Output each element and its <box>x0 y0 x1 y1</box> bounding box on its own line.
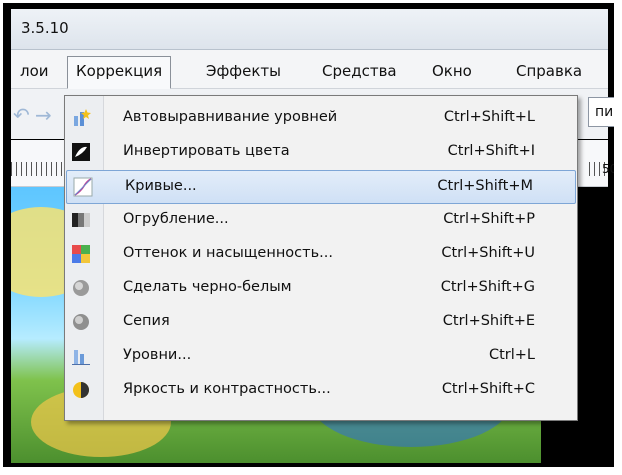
menu-item-hue-saturation[interactable]: Оттенок и насыщенность... Ctrl+Shift+U <box>65 238 577 270</box>
menu-item-shortcut: Ctrl+Shift+M <box>437 178 533 194</box>
menu-item-posterize[interactable]: Огрубление... Ctrl+Shift+P <box>65 204 577 236</box>
menu-item-label: Уровни... <box>123 347 192 363</box>
menu-item-auto-level[interactable]: Автовыравнивание уровней Ctrl+Shift+L <box>65 102 577 134</box>
menu-layers[interactable]: лои <box>11 59 58 83</box>
menu-item-invert-colors[interactable]: Инвертировать цвета Ctrl+Shift+I <box>65 136 577 168</box>
menu-tools[interactable]: Средства <box>313 59 406 83</box>
curves-icon <box>73 177 93 197</box>
correction-menu: Автовыравнивание уровней Ctrl+Shift+L Ин… <box>64 95 578 421</box>
menu-item-shortcut: Ctrl+Shift+E <box>442 313 535 329</box>
menu-item-shortcut: Ctrl+Shift+L <box>443 109 535 125</box>
menu-item-sepia[interactable]: Сепия Ctrl+Shift+E <box>65 306 577 338</box>
menu-window[interactable]: Окно <box>423 59 481 83</box>
menu-item-shortcut: Ctrl+Shift+C <box>441 381 535 397</box>
black-white-icon <box>73 280 89 296</box>
menu-effects[interactable]: Эффекты <box>197 59 290 83</box>
menu-item-label: Яркость и контрастность... <box>123 381 331 397</box>
menu-item-label: Огрубление... <box>123 211 229 227</box>
redo-icon[interactable]: → <box>35 103 52 127</box>
menu-item-label: Сепия <box>123 313 170 329</box>
menu-item-label: Инвертировать цвета <box>123 143 290 159</box>
menu-correction[interactable]: Коррекция <box>67 56 172 89</box>
menu-item-shortcut: Ctrl+Shift+U <box>441 245 535 261</box>
menu-item-shortcut: Ctrl+L <box>488 347 535 363</box>
menu-item-label: Автовыравнивание уровней <box>123 109 338 125</box>
window-title: 3.5.10 <box>21 19 69 37</box>
menu-help[interactable]: Справка <box>507 59 591 83</box>
menu-item-shortcut: Ctrl+Shift+P <box>443 211 535 227</box>
menu-item-black-white[interactable]: Сделать черно-белым Ctrl+Shift+G <box>65 272 577 304</box>
brightness-contrast-icon <box>73 382 89 398</box>
menu-item-label: Оттенок и насыщенность... <box>123 245 333 261</box>
menu-item-brightness-contrast[interactable]: Яркость и контрастность... Ctrl+Shift+C <box>65 374 577 406</box>
auto-level-icon <box>74 109 91 126</box>
menu-item-levels[interactable]: Уровни... Ctrl+L <box>65 340 577 372</box>
menu-item-label: Кривые... <box>125 178 197 194</box>
menu-item-label: Сделать черно-белым <box>123 279 292 295</box>
menu-item-shortcut: Ctrl+Shift+G <box>440 279 535 295</box>
menu-item-shortcut: Ctrl+Shift+I <box>447 143 535 159</box>
sepia-icon <box>73 314 89 330</box>
ruler-ticks-left <box>11 162 71 176</box>
undo-icon[interactable]: ↶ <box>13 103 30 127</box>
menu-bar: лои Коррекция Эффекты Средства Окно Спра… <box>11 50 608 89</box>
menu-item-curves[interactable]: Кривые... Ctrl+Shift+M <box>66 170 576 204</box>
title-bar: 3.5.10 <box>11 9 608 50</box>
screenshot-frame: 3.5.10 лои Коррекция Эффекты Средства Ок… <box>3 3 614 467</box>
hue-saturation-icon <box>72 245 90 263</box>
invert-colors-icon <box>72 143 90 161</box>
ruler-label: 500 <box>602 162 614 176</box>
posterize-icon <box>72 213 90 227</box>
levels-icon <box>72 350 90 365</box>
units-field[interactable]: пико <box>588 97 614 127</box>
